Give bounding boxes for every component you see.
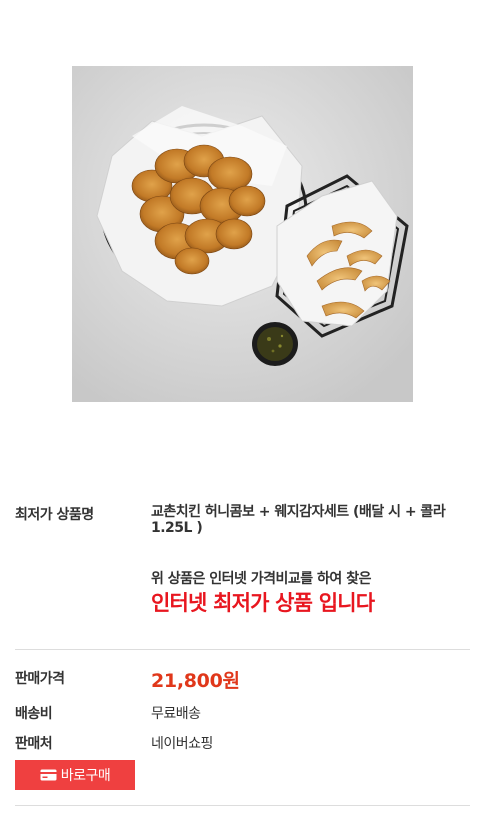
seller-label: 판매처 (15, 736, 53, 752)
lowest-price-headline: 인터넷 최저가 상품 입니다 (151, 591, 375, 615)
seller-value: 네이버쇼핑 (151, 736, 213, 752)
buy-now-button[interactable]: 바로구매 (15, 760, 135, 790)
price-compare-notice: 위 상품은 인터넷 가격비교를 하여 찾은 (151, 571, 371, 587)
price-label: 판매가격 (15, 671, 65, 687)
shipping-value: 무료배송 (151, 706, 201, 722)
shipping-label: 배송비 (15, 706, 53, 722)
price-value: 21,800원 (151, 670, 240, 692)
fried-chicken-and-potato-wedges-photo (72, 66, 413, 402)
credit-card-icon (40, 769, 57, 781)
buy-now-label: 바로구매 (60, 768, 111, 784)
divider-bottom (15, 805, 470, 806)
lowest-price-label: 최저가 상품명 (15, 507, 94, 523)
product-name: 교촌치킨 허니콤보 + 웨지감자세트 (배달 시 + 콜라1.25L ) (151, 504, 446, 536)
product-image (72, 66, 413, 402)
divider-top (15, 649, 470, 650)
